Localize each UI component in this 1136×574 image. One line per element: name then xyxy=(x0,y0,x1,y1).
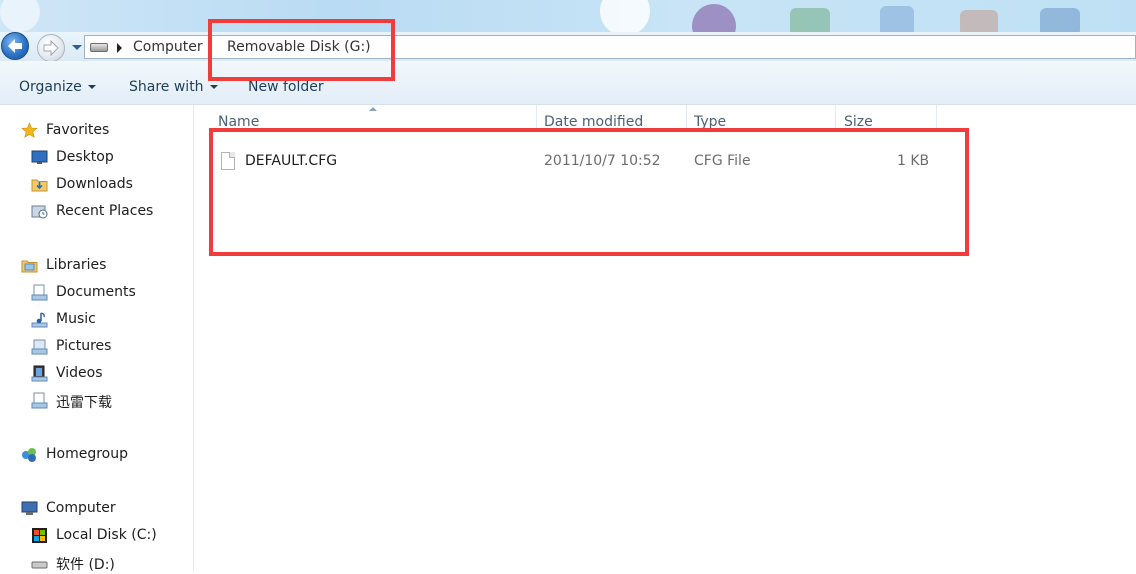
desktop-icon xyxy=(31,150,48,164)
sidebar-item-label: Desktop xyxy=(56,149,114,165)
sidebar-item-label: Downloads xyxy=(56,176,133,192)
navigation-bar: Computer Removable Disk (G:) xyxy=(0,32,1136,62)
videos-icon xyxy=(31,365,48,382)
forward-arrow-icon xyxy=(43,39,59,57)
organize-button[interactable]: Organize xyxy=(19,79,96,95)
sidebar-group-label: Homegroup xyxy=(46,446,129,462)
sidebar-item-label: Documents xyxy=(56,284,136,300)
computer-icon xyxy=(21,501,38,515)
recent-places-icon xyxy=(31,205,48,219)
forward-button[interactable] xyxy=(37,34,65,62)
libraries-icon xyxy=(21,260,38,273)
address-highlight-box xyxy=(208,19,395,81)
pictures-icon xyxy=(31,339,48,355)
chevron-down-icon xyxy=(87,85,96,89)
share-with-button[interactable]: Share with xyxy=(129,79,218,95)
sidebar-group-label: Computer xyxy=(46,500,116,516)
sort-ascending-icon xyxy=(369,107,377,111)
window-title-bar xyxy=(0,0,1136,32)
breadcrumb-computer[interactable]: Computer xyxy=(133,39,203,55)
sidebar-group-label: Libraries xyxy=(46,257,107,273)
downloads-folder-icon xyxy=(31,179,48,192)
organize-label: Organize xyxy=(19,79,82,95)
back-arrow-icon xyxy=(8,39,22,53)
share-with-label: Share with xyxy=(129,79,204,95)
sidebar-item-label: Videos xyxy=(56,365,103,381)
sidebar-item-label: Recent Places xyxy=(56,203,154,219)
navigation-pane: Favorites Desktop Downloads Recent Place… xyxy=(0,105,194,573)
sidebar-item-label: Music xyxy=(56,311,96,327)
chevron-down-icon xyxy=(209,85,218,89)
star-icon xyxy=(21,122,38,138)
breadcrumb-chevron-icon[interactable] xyxy=(117,43,122,53)
command-toolbar: Organize Share with New folder xyxy=(0,61,1136,105)
sidebar-group-label: Favorites xyxy=(46,122,110,138)
sidebar-item-label: Local Disk (C:) xyxy=(56,527,157,543)
removable-disk-icon xyxy=(90,43,108,52)
local-disk-icon xyxy=(32,528,47,543)
back-button[interactable] xyxy=(1,32,29,60)
homegroup-icon xyxy=(22,448,36,462)
sidebar-item-label: 迅雷下载 xyxy=(56,395,112,411)
sidebar-item-label: Pictures xyxy=(56,338,112,354)
documents-icon xyxy=(31,284,48,301)
recent-pages-dropdown-icon[interactable] xyxy=(72,45,82,50)
new-folder-button[interactable]: New folder xyxy=(248,79,324,95)
music-icon xyxy=(31,312,48,328)
download-library-icon xyxy=(31,392,48,409)
drive-icon xyxy=(31,561,48,569)
file-highlight-box xyxy=(209,128,969,256)
sidebar-item-label: 软件 (D:) xyxy=(56,557,115,573)
